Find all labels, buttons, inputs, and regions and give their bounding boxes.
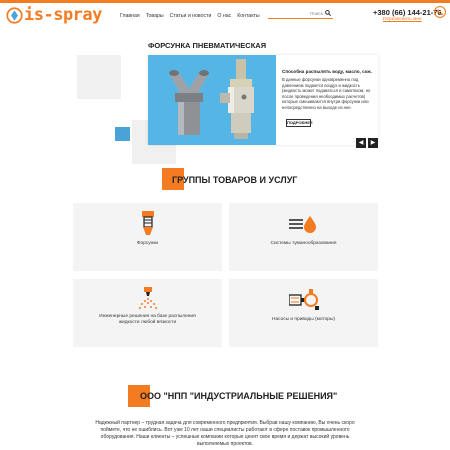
slider-prev-button[interactable]: ◀ <box>356 138 366 148</box>
fog-system-icon <box>289 216 316 233</box>
phone-button[interactable] <box>434 6 446 18</box>
company-description: Надежный партнер – трудная задача для со… <box>95 420 355 447</box>
hero-image <box>148 55 276 145</box>
group-card-pumps[interactable]: Насосы и приводы (моторы) <box>229 279 378 347</box>
group-card-label: Системы туманообразования <box>270 241 337 246</box>
logo[interactable]: is-spray <box>6 7 102 24</box>
pneumatic-nozzle-illustration <box>220 59 254 139</box>
phone-icon <box>437 9 444 16</box>
y-nozzle-illustration <box>169 70 209 135</box>
group-card-fog-systems[interactable]: Системы туманообразования <box>229 203 378 271</box>
phone-number[interactable]: +380 (66) 144-21-76 <box>373 8 442 17</box>
group-card-engineering[interactable]: Инженерные решения на базе распыления жи… <box>73 279 222 347</box>
nav-item-products[interactable]: Товары <box>146 13 164 19</box>
logo-text: is-spray <box>24 5 102 25</box>
spray-cone-icon <box>139 287 157 309</box>
details-button[interactable]: ПОДРОБНЕЕ <box>286 119 313 127</box>
main-nav: Главная Товары Статьи и новости О нас Ко… <box>120 13 260 19</box>
hero-subtitle: Способна распылять воду, масло, сож. <box>282 69 372 74</box>
callback-link[interactable]: Перезвонить мне <box>383 17 422 22</box>
nav-item-about[interactable]: О нас <box>217 13 231 19</box>
nav-item-articles[interactable]: Статьи и новости <box>170 13 212 19</box>
hero-description: В данные форсунки одновременно под давле… <box>282 77 371 110</box>
search-icon[interactable] <box>325 10 331 16</box>
nav-item-home[interactable]: Главная <box>120 13 140 19</box>
group-card-label: Форсунки <box>136 241 159 246</box>
groups-title: ГРУППЫ ТОВАРОВ И УСЛУГ <box>172 175 298 185</box>
decor-square <box>77 55 121 99</box>
pump-motor-icon <box>289 289 319 310</box>
search-input[interactable]: Поиск... <box>268 9 333 19</box>
top-accent-bar <box>0 0 450 3</box>
nozzle-icon <box>142 211 154 235</box>
company-title: ООО "НПП "ИНДУСТРИАЛЬНЫЕ РЕШЕНИЯ" <box>140 391 338 401</box>
decor-blue-square <box>115 127 130 141</box>
group-card-label: Насосы и приводы (моторы) <box>271 317 335 322</box>
logo-drop-icon <box>6 7 23 24</box>
nav-item-contacts[interactable]: Контакты <box>237 13 259 19</box>
group-card-label: Инженерные решения на базе распыления жи… <box>99 314 196 325</box>
hero-title: ФОРСУНКА ПНЕВМАТИЧЕСКАЯ <box>148 41 267 50</box>
group-card-nozzles[interactable]: Форсунки <box>73 203 222 271</box>
slider-next-button[interactable]: ▶ <box>368 138 378 148</box>
